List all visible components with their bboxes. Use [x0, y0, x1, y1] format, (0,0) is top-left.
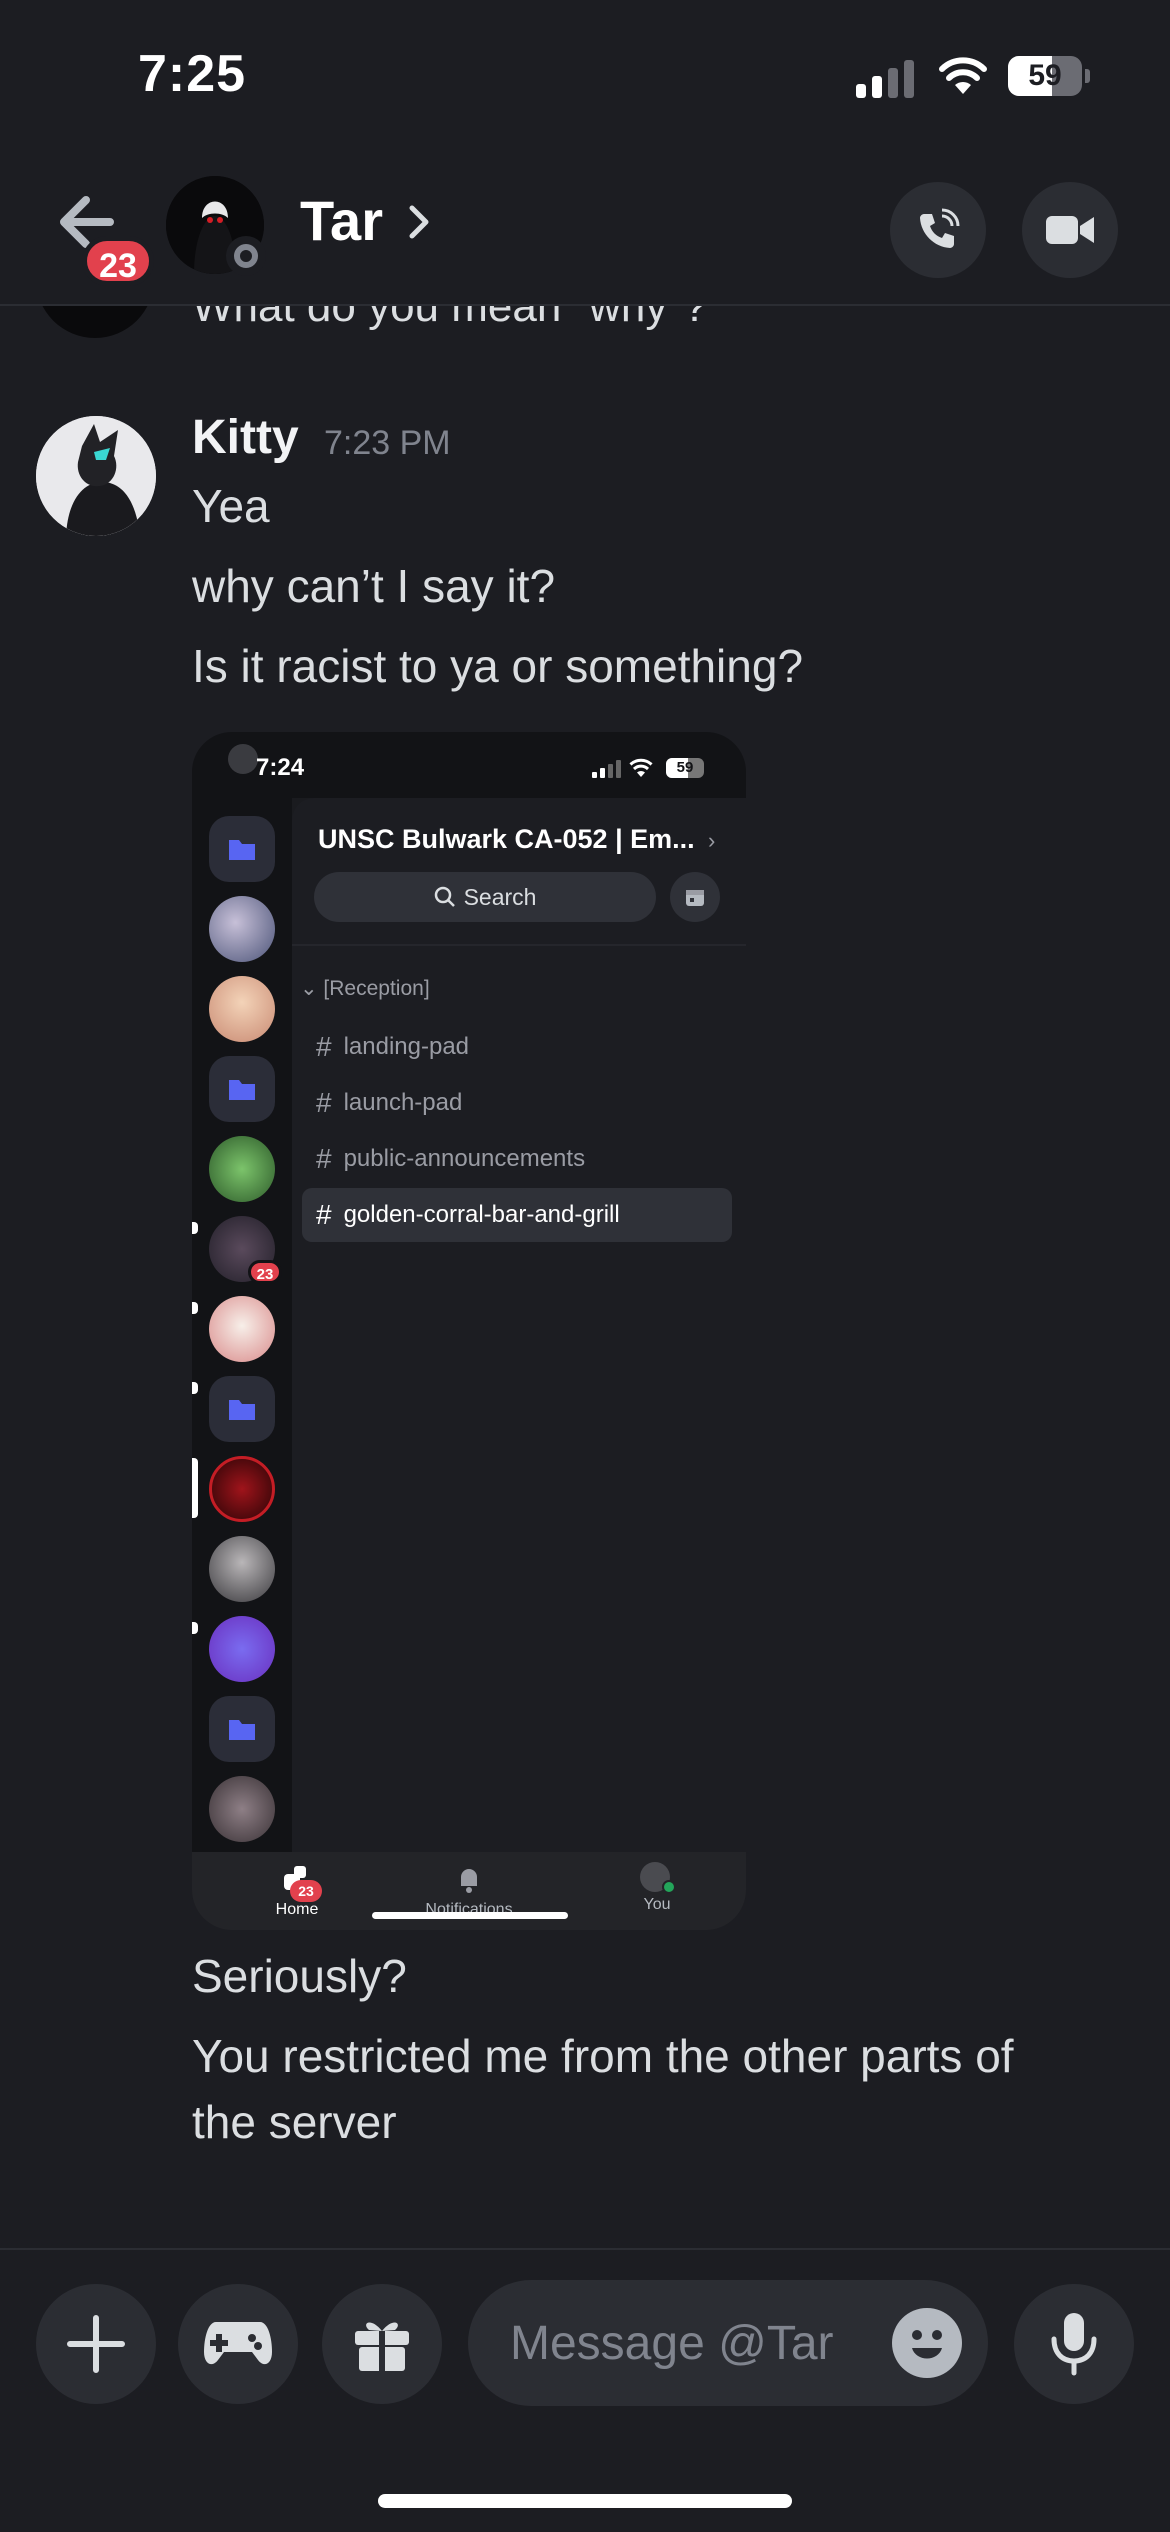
calendar-icon: [686, 890, 704, 906]
server-icon: [209, 1536, 275, 1602]
battery-level: 59: [1028, 59, 1062, 92]
avatar: [228, 744, 258, 774]
wifi-icon: [939, 57, 987, 94]
message-input[interactable]: [510, 2280, 870, 2406]
server-folder: [209, 816, 275, 882]
message-line: You restricted me from the other parts o…: [192, 2030, 1014, 2082]
hashtag-icon: #: [316, 1031, 332, 1062]
channel-item: # landing-pad: [302, 1020, 732, 1074]
hashtag-icon: #: [316, 1087, 332, 1118]
server-icon: [209, 1456, 275, 1522]
bell-icon: [461, 1869, 477, 1893]
avatar-image: [36, 416, 156, 536]
attachment-status-bar: 7:24 59: [192, 732, 746, 798]
message-line: Seriously?: [192, 1950, 407, 2002]
message-line: why can’t I say it?: [192, 560, 556, 612]
folder-icon: [229, 840, 255, 860]
hashtag-icon: #: [316, 1143, 332, 1174]
image-attachment[interactable]: 7:24 59 23 UNSC Bulwark CA-052 | Em... ›…: [192, 732, 746, 1930]
message-list[interactable]: What do you mean "why"? Kitty 7:23 PM Ye…: [0, 280, 1170, 2248]
chevron-right-icon: ›: [708, 828, 716, 853]
activities-button[interactable]: [178, 2284, 298, 2404]
server-search: Search: [314, 872, 656, 922]
status-bar: 7:25 59: [0, 0, 1170, 150]
unread-badge: 23: [248, 1260, 282, 1284]
battery-icon: 59: [1008, 56, 1090, 96]
events-button: [670, 872, 720, 922]
cellular-signal-icon: [592, 760, 621, 778]
channel-item: # launch-pad: [302, 1076, 732, 1130]
avatar[interactable]: [36, 416, 156, 536]
category-name: Reception: [329, 977, 424, 1000]
message-timestamp: 7:23 PM: [324, 424, 451, 462]
gift-button[interactable]: [322, 2284, 442, 2404]
smiley-icon: [894, 2310, 960, 2376]
unread-badge: 23: [290, 1880, 322, 1902]
video-call-button[interactable]: [1022, 182, 1118, 278]
message-author[interactable]: Kitty: [192, 410, 299, 465]
folder-icon: [229, 1400, 255, 1420]
channel-list-panel: UNSC Bulwark CA-052 | Em... › Search ⌄ […: [292, 798, 746, 1852]
server-folder: [209, 1056, 275, 1122]
channel-name: public-announcements: [343, 1145, 586, 1172]
search-icon: [434, 886, 455, 907]
contact-name[interactable]: Tar: [300, 188, 383, 253]
search-label: Search: [463, 883, 537, 910]
voice-call-button[interactable]: [890, 182, 986, 278]
gamepad-icon: [204, 2322, 272, 2365]
server-icon: [209, 1776, 275, 1842]
channel-item: # public-announcements: [302, 1132, 732, 1186]
hashtag-icon: #: [316, 1199, 332, 1230]
server-icon: [209, 1296, 275, 1362]
channel-category: ⌄ [Reception]: [300, 977, 430, 1000]
chevron-right-icon[interactable]: [406, 202, 432, 242]
server-rail: 23: [192, 798, 292, 1852]
attachment-status-time: 7:24: [256, 754, 305, 781]
tab-label: Home: [275, 1901, 319, 1918]
message-line: Is it racist to ya or something?: [192, 640, 804, 692]
server-folder: [209, 1376, 275, 1442]
voice-message-button[interactable]: [1014, 2284, 1134, 2404]
message-line: Yea: [192, 480, 270, 532]
tab-you: You: [632, 1862, 682, 1914]
channel-name: golden-corral-bar-and-grill: [343, 1201, 620, 1228]
video-camera-icon: [1046, 216, 1094, 244]
server-folder: [209, 1696, 275, 1762]
phone-icon: [920, 208, 960, 248]
tab-label: You: [643, 1896, 671, 1913]
battery-icon: 59: [666, 758, 704, 778]
folder-icon: [229, 1080, 255, 1100]
message-input-container: [468, 2280, 988, 2406]
unread-badge: 23: [82, 236, 154, 286]
plus-icon: [67, 2315, 125, 2373]
server-icon: [209, 1616, 275, 1682]
folder-icon: [229, 1720, 255, 1740]
status-time: 7:25: [138, 45, 247, 103]
channel-item-active: # golden-corral-bar-and-grill: [302, 1188, 732, 1242]
gift-icon: [355, 2322, 409, 2371]
wifi-icon: [629, 758, 653, 777]
server-icon: [209, 976, 275, 1042]
attach-button[interactable]: [36, 2284, 156, 2404]
offline-status-icon: [226, 236, 266, 276]
home-indicator: [378, 2494, 792, 2508]
channel-name: landing-pad: [343, 1033, 470, 1060]
tab-notifications: Notifications: [404, 1862, 534, 1919]
dm-header: 23 Tar: [0, 150, 1170, 306]
channel-name: launch-pad: [343, 1089, 463, 1116]
server-icon: [209, 896, 275, 962]
cellular-signal-icon: [856, 58, 914, 98]
server-name: UNSC Bulwark CA-052 | Em...: [318, 824, 695, 854]
server-icon: [209, 1136, 275, 1202]
microphone-icon: [1051, 2313, 1097, 2376]
avatar: [640, 1862, 676, 1896]
battery-level: 59: [676, 759, 694, 776]
emoji-button[interactable]: [892, 2308, 962, 2378]
message-composer: [0, 2248, 1170, 2532]
message-line: the server: [192, 2096, 397, 2148]
